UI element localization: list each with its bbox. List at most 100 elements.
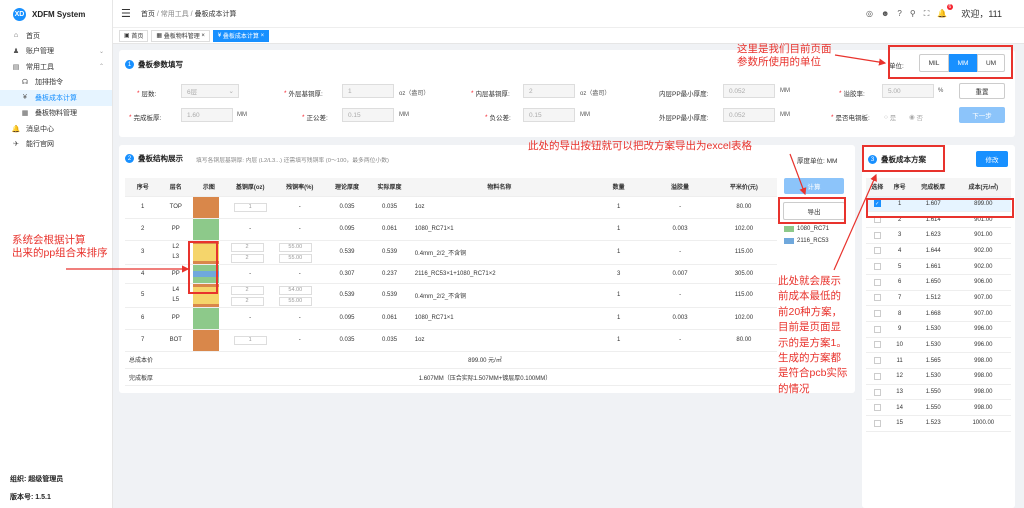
plan-row[interactable]: 3 1.623 901.00 xyxy=(866,227,1011,244)
copper-input[interactable]: 1 xyxy=(233,335,267,345)
copper-value: - xyxy=(249,270,252,277)
reset-button[interactable]: 重置 xyxy=(959,83,1005,99)
plan-column-header: 完成板厚 xyxy=(910,178,956,197)
neg-tol-input[interactable]: 0.15 xyxy=(523,108,575,122)
pp-max-input[interactable]: 0.052 xyxy=(723,108,775,122)
plan-checkbox[interactable] xyxy=(873,341,881,349)
plan-row[interactable]: 6 1.650 906.00 xyxy=(866,274,1011,291)
breadcrumb-tools[interactable]: 常用工具 xyxy=(161,11,189,18)
outer-cu-input[interactable]: 1 xyxy=(342,84,394,98)
plan-checkbox[interactable] xyxy=(873,372,881,380)
search-icon[interactable]: ⚲ xyxy=(910,9,916,18)
cell-price: 80.00 xyxy=(710,329,777,352)
fullscreen-icon[interactable]: ⛶ xyxy=(924,9,930,19)
plan-checkbox[interactable] xyxy=(873,388,881,396)
plan-checkbox[interactable] xyxy=(873,310,881,318)
sidebar-item-5[interactable]: ▦ 叠板物料管理 xyxy=(0,106,112,122)
column-header: 序号 xyxy=(125,178,161,197)
residual-copper-input[interactable]: 55.00 xyxy=(278,296,312,306)
cell-theo: 0.539 xyxy=(325,240,369,265)
breadcrumb: 首页 / 常用工具 / 叠板成本计算 xyxy=(140,10,237,18)
sidebar-item-4[interactable]: ¥ 叠板成本计算 xyxy=(0,90,112,106)
copper-input[interactable]: 2 xyxy=(230,242,264,252)
sidebar-item-3[interactable]: ☊ 加排指令 xyxy=(0,75,112,91)
residual-value: - xyxy=(298,337,301,343)
plan-row[interactable]: 4 1.644 902.00 xyxy=(866,243,1011,260)
cell-qty: 3 xyxy=(587,264,650,284)
plan-checkbox[interactable] xyxy=(873,263,881,271)
sidebar-item-0[interactable]: ⌂ 首页 xyxy=(0,28,112,44)
plan-checkbox[interactable] xyxy=(873,357,881,365)
plan-row[interactable]: 5 1.661 902.00 xyxy=(866,258,1011,275)
plan-row[interactable]: 15 1.523 1000.00 xyxy=(866,415,1011,432)
inner-cu-input[interactable]: 2 xyxy=(523,84,575,98)
tab-home[interactable]: ▣ 首页 xyxy=(119,29,149,42)
plan-row[interactable]: 9 1.530 996.00 xyxy=(866,321,1011,338)
cell-ov: 0.003 xyxy=(649,218,711,241)
legend-2116-swatch xyxy=(784,238,794,244)
tab-cost-calc[interactable]: ¥ 叠板成本计算 × xyxy=(212,29,270,42)
residual-copper-input[interactable]: 55.00 xyxy=(278,242,312,252)
cell-ov: - xyxy=(649,283,711,308)
plan-cell: 998.00 xyxy=(955,352,1011,370)
annotation-plan-box xyxy=(862,145,945,172)
structure-hint: 填写各铜层基铜厚: 内层 (L2/L3...) 还需填写残铜率 (0～100，最… xyxy=(196,158,389,164)
copper-input[interactable]: 1 xyxy=(233,202,267,212)
pos-tol-input[interactable]: 0.15 xyxy=(342,108,394,122)
plan-row[interactable]: 12 1.530 998.00 xyxy=(866,368,1011,385)
tool-icon: ▤ xyxy=(12,63,20,71)
finish-input[interactable]: 1.60 xyxy=(181,108,233,122)
outer-cu-unit: oz（盎司） xyxy=(399,91,430,97)
copper-input[interactable]: 2 xyxy=(230,285,264,295)
compass-icon[interactable]: ◎ xyxy=(866,9,873,18)
plan-row[interactable]: 10 1.530 996.00 xyxy=(866,337,1011,354)
plan-cell: 907.00 xyxy=(955,290,1011,307)
logo-icon: XD xyxy=(13,7,26,21)
residual-copper-input[interactable]: 54.00 xyxy=(278,285,312,295)
structure-table-wrap: 序号 层名 示图 基铜厚(oz) 残铜率(%) 理论厚度 实际厚度 物料名称 数量 溢胶量 平米价(… xyxy=(125,178,777,386)
notification-icon[interactable]: 🔔 6 xyxy=(937,4,954,18)
copper-input[interactable]: 2 xyxy=(230,296,264,306)
overflow-input[interactable]: 5.00 xyxy=(882,84,934,98)
sidebar-item-1[interactable]: ♟ 账户管理 ⌄ xyxy=(0,44,112,60)
sidebar-item-6[interactable]: 🔔 消息中心 xyxy=(0,121,112,137)
close-icon[interactable]: × xyxy=(201,33,205,39)
plan-checkbox[interactable] xyxy=(873,325,881,333)
cu-plate-no-radio[interactable]: ◉ 否 xyxy=(909,112,923,122)
residual-copper-input[interactable]: 55.00 xyxy=(278,253,312,263)
plan-row[interactable]: 14 1.550 998.00 xyxy=(866,399,1011,417)
plan-row[interactable]: 8 1.668 907.00 xyxy=(866,305,1011,322)
sidebar-item-label: 加排指令 xyxy=(35,79,63,87)
cu-plate-yes-radio[interactable]: ○ 是 xyxy=(884,112,896,123)
sidebar-item-label: 叠板成本计算 xyxy=(35,94,77,102)
menu-toggle-icon[interactable]: ☰ xyxy=(121,7,131,20)
edit-button[interactable]: 修改 xyxy=(976,151,1008,167)
plan-select-cell xyxy=(866,415,889,432)
calculate-button[interactable]: 计算 xyxy=(784,178,844,194)
legend-1080-swatch xyxy=(784,226,794,232)
plan-row[interactable]: 11 1.565 998.00 xyxy=(866,352,1011,370)
help-icon[interactable]: ? xyxy=(897,9,901,18)
plan-checkbox[interactable] xyxy=(873,419,881,427)
plan-select-cell xyxy=(866,368,889,385)
plan-row[interactable]: 7 1.512 907.00 xyxy=(866,290,1011,307)
pp-min-input[interactable]: 0.052 xyxy=(723,84,775,98)
plan-checkbox[interactable] xyxy=(873,278,881,286)
plan-checkbox[interactable] xyxy=(873,231,881,239)
tab-material[interactable]: ▦ 叠板物料管理 × xyxy=(151,29,210,42)
layers-select[interactable]: 6层 ⌄ xyxy=(181,84,239,98)
sidebar-item-7[interactable]: ✈ 能行官网 xyxy=(0,137,112,153)
cell-theo: 0.095 xyxy=(325,307,369,330)
close-icon[interactable]: × xyxy=(261,33,265,39)
breadcrumb-home[interactable]: 首页 xyxy=(141,11,155,18)
cell-name: PP xyxy=(160,264,192,284)
welcome-text[interactable]: 欢迎，111 xyxy=(961,7,1002,20)
plan-checkbox[interactable] xyxy=(873,404,881,412)
robot-icon[interactable]: ☻ xyxy=(881,9,889,18)
plan-row[interactable]: 13 1.550 998.00 xyxy=(866,384,1011,401)
sidebar-item-2[interactable]: ▤ 常用工具 ⌃ xyxy=(0,59,112,75)
plan-checkbox[interactable] xyxy=(873,294,881,302)
plan-checkbox[interactable] xyxy=(873,247,881,255)
copper-input[interactable]: 2 xyxy=(230,253,264,263)
next-step-button[interactable]: 下一步 xyxy=(959,107,1005,123)
